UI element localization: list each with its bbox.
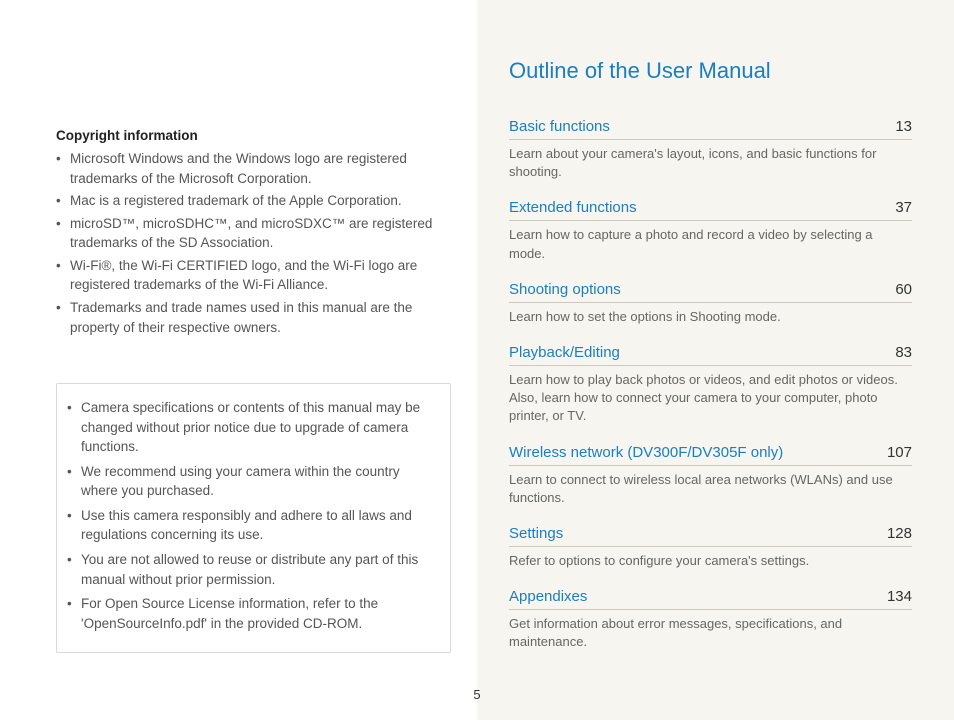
toc-entry: Shooting options 60 Learn how to set the…: [509, 281, 912, 326]
list-item: Mac is a registered trademark of the App…: [56, 191, 451, 211]
toc-page: 37: [895, 199, 912, 216]
toc-entry: Extended functions 37 Learn how to captu…: [509, 199, 912, 262]
list-item: Microsoft Windows and the Windows logo a…: [56, 149, 451, 188]
toc-entry: Basic functions 13 Learn about your came…: [509, 118, 912, 181]
toc-page: 13: [895, 118, 912, 135]
toc-page: 107: [887, 444, 912, 461]
toc-entry: Wireless network (DV300F/DV305F only) 10…: [509, 444, 912, 507]
toc-head: Extended functions 37: [509, 199, 912, 221]
list-item: We recommend using your camera within th…: [67, 462, 436, 501]
toc-title[interactable]: Settings: [509, 525, 563, 542]
toc-page: 60: [895, 281, 912, 298]
toc-title[interactable]: Basic functions: [509, 118, 610, 135]
toc-entry: Settings 128 Refer to options to configu…: [509, 525, 912, 570]
toc-desc: Learn to connect to wireless local area …: [509, 471, 912, 507]
toc-head: Settings 128: [509, 525, 912, 547]
list-item: You are not allowed to reuse or distribu…: [67, 550, 436, 589]
toc-page: 83: [895, 344, 912, 361]
toc-head: Appendixes 134: [509, 588, 912, 610]
list-item: Use this camera responsibly and adhere t…: [67, 506, 436, 545]
page-number: 5: [473, 687, 480, 702]
list-item: For Open Source License information, ref…: [67, 594, 436, 633]
list-item: Camera specifications or contents of thi…: [67, 398, 436, 457]
toc-page: 134: [887, 588, 912, 605]
toc-desc: Refer to options to configure your camer…: [509, 552, 912, 570]
right-column: Outline of the User Manual Basic functio…: [477, 0, 954, 720]
note-box: Camera specifications or contents of thi…: [56, 383, 451, 653]
toc-head: Playback/Editing 83: [509, 344, 912, 366]
list-item: Trademarks and trade names used in this …: [56, 298, 451, 337]
toc-title[interactable]: Appendixes: [509, 588, 587, 605]
toc-title[interactable]: Wireless network (DV300F/DV305F only): [509, 444, 783, 461]
toc-desc: Learn how to capture a photo and record …: [509, 226, 912, 262]
toc-entry: Appendixes 134 Get information about err…: [509, 588, 912, 651]
copyright-heading: Copyright information: [56, 128, 451, 143]
toc-desc: Get information about error messages, sp…: [509, 615, 912, 651]
toc-desc: Learn about your camera's layout, icons,…: [509, 145, 912, 181]
toc-desc: Learn how to set the options in Shooting…: [509, 308, 912, 326]
toc-entry: Playback/Editing 83 Learn how to play ba…: [509, 344, 912, 426]
toc-head: Shooting options 60: [509, 281, 912, 303]
note-list: Camera specifications or contents of thi…: [67, 398, 436, 633]
outline-title: Outline of the User Manual: [509, 58, 912, 84]
toc-desc: Learn how to play back photos or videos,…: [509, 371, 912, 426]
toc-title[interactable]: Playback/Editing: [509, 344, 620, 361]
list-item: Wi-Fi®, the Wi-Fi CERTIFIED logo, and th…: [56, 256, 451, 295]
toc-head: Basic functions 13: [509, 118, 912, 140]
toc-title[interactable]: Shooting options: [509, 281, 621, 298]
toc-page: 128: [887, 525, 912, 542]
left-column: Copyright information Microsoft Windows …: [0, 0, 477, 720]
list-item: microSD™, microSDHC™, and microSDXC™ are…: [56, 214, 451, 253]
manual-page: Copyright information Microsoft Windows …: [0, 0, 954, 720]
copyright-list: Microsoft Windows and the Windows logo a…: [56, 149, 451, 337]
toc-head: Wireless network (DV300F/DV305F only) 10…: [509, 444, 912, 466]
toc-title[interactable]: Extended functions: [509, 199, 637, 216]
